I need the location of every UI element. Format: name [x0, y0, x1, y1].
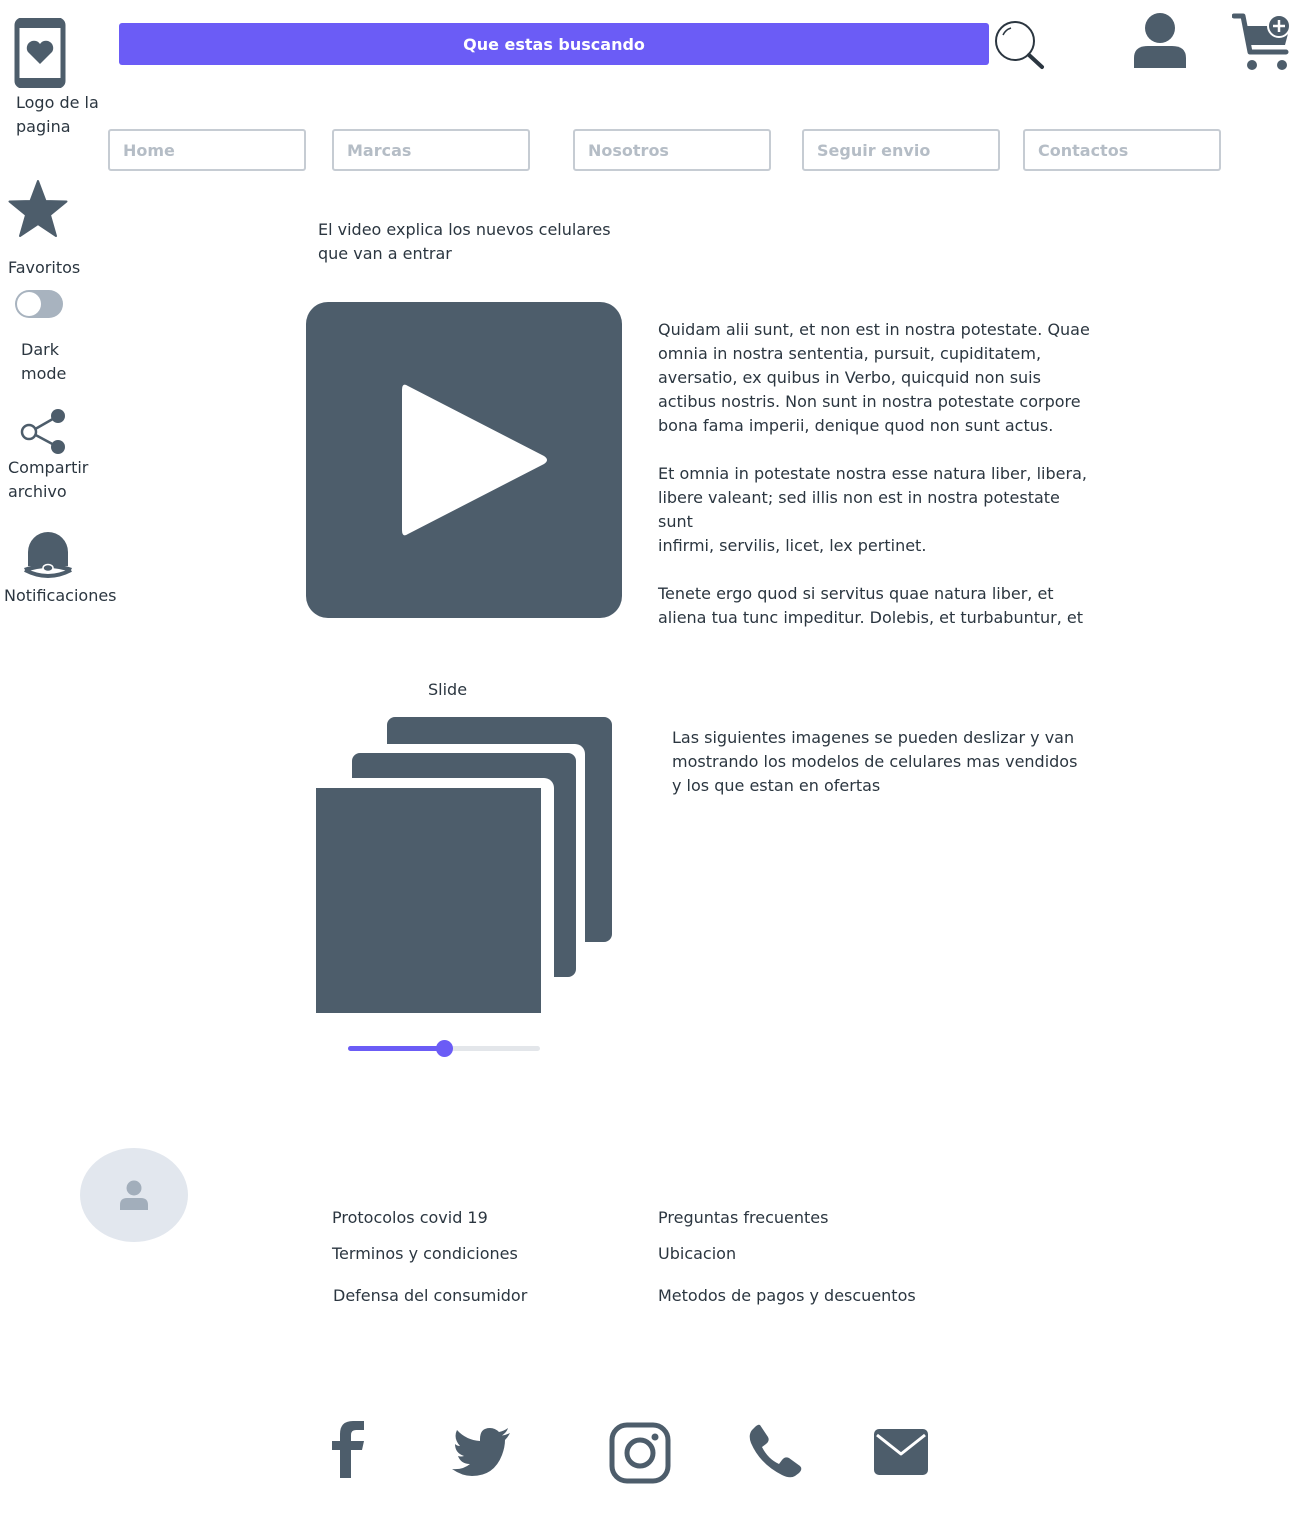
- notifications-button[interactable]: [24, 530, 72, 580]
- phone-heart-icon: [14, 17, 66, 89]
- nav-seguir-envio[interactable]: Seguir envio: [802, 129, 1000, 171]
- image-carousel[interactable]: [310, 716, 614, 1022]
- footer-link-metodos[interactable]: Metodos de pagos y descuentos: [658, 1284, 916, 1308]
- nav-marcas-label: Marcas: [347, 140, 412, 160]
- share-button[interactable]: [20, 408, 68, 456]
- video-caption: El video explica los nuevos celulares qu…: [318, 220, 611, 263]
- user-icon[interactable]: [1133, 12, 1187, 70]
- play-icon: [402, 384, 547, 536]
- share-label: Compartir archivo: [8, 458, 89, 501]
- slider-fill: [348, 1046, 444, 1051]
- facebook-icon[interactable]: [330, 1420, 366, 1478]
- toggle-knob: [17, 292, 41, 316]
- video-paragraph-2: Et omnia in potestate nostra esse natura…: [658, 464, 1087, 555]
- nav-nosotros[interactable]: Nosotros: [573, 129, 771, 171]
- slide-description: Las siguientes imagenes se pueden desliz…: [672, 728, 1078, 795]
- search-icon[interactable]: [993, 19, 1045, 71]
- carousel-slider[interactable]: [348, 1040, 540, 1057]
- footer-link-defensa[interactable]: Defensa del consumidor: [333, 1284, 527, 1308]
- search-bar-label: Que estas buscando: [463, 34, 645, 54]
- cart-add-icon[interactable]: [1231, 12, 1294, 72]
- dark-mode-toggle[interactable]: [15, 290, 63, 318]
- video-paragraph-1: Quidam alii sunt, et non est in nostra p…: [658, 320, 1090, 435]
- favoritos-label: Favoritos: [8, 258, 81, 277]
- footer-link-terminos[interactable]: Terminos y condiciones: [332, 1242, 518, 1266]
- slide-title: Slide: [428, 680, 468, 699]
- twitter-icon[interactable]: [452, 1428, 512, 1476]
- search-bar[interactable]: Que estas buscando: [119, 23, 989, 65]
- nav-contactos-label: Contactos: [1038, 140, 1129, 160]
- logo[interactable]: [14, 17, 66, 89]
- nav-seguir-envio-label: Seguir envio: [817, 140, 931, 160]
- nav-marcas[interactable]: Marcas: [332, 129, 530, 171]
- stacked-images-icon: [310, 717, 612, 1022]
- avatar[interactable]: [80, 1148, 188, 1242]
- footer-link-ubicacion[interactable]: Ubicacion: [658, 1242, 736, 1266]
- footer-link-protocolos[interactable]: Protocolos covid 19: [332, 1206, 488, 1230]
- footer-link-preguntas[interactable]: Preguntas frecuentes: [658, 1206, 828, 1230]
- instagram-icon[interactable]: [609, 1422, 671, 1484]
- user-placeholder-icon: [120, 1180, 148, 1210]
- phone-icon[interactable]: [748, 1424, 802, 1478]
- nav-contactos[interactable]: Contactos: [1023, 129, 1221, 171]
- video-description: Quidam alii sunt, et non est in nostra p…: [658, 318, 1098, 630]
- share-icon: [20, 409, 65, 454]
- video-paragraph-3: Tenete ergo quod si servitus quae natura…: [658, 584, 1084, 627]
- star-icon: [8, 180, 68, 237]
- nav-home-label: Home: [123, 140, 175, 160]
- nav-home[interactable]: Home: [108, 129, 306, 171]
- dark-mode-label: Dark mode: [21, 340, 67, 383]
- favoritos-button[interactable]: [8, 180, 68, 240]
- slider-thumb[interactable]: [435, 1040, 453, 1057]
- logo-label: Logo de la pagina: [16, 93, 99, 136]
- notifications-label: Notificaciones: [4, 586, 117, 605]
- nav-nosotros-label: Nosotros: [588, 140, 669, 160]
- mail-icon[interactable]: [874, 1429, 928, 1475]
- video-player[interactable]: [306, 302, 622, 618]
- bell-icon: [24, 532, 72, 578]
